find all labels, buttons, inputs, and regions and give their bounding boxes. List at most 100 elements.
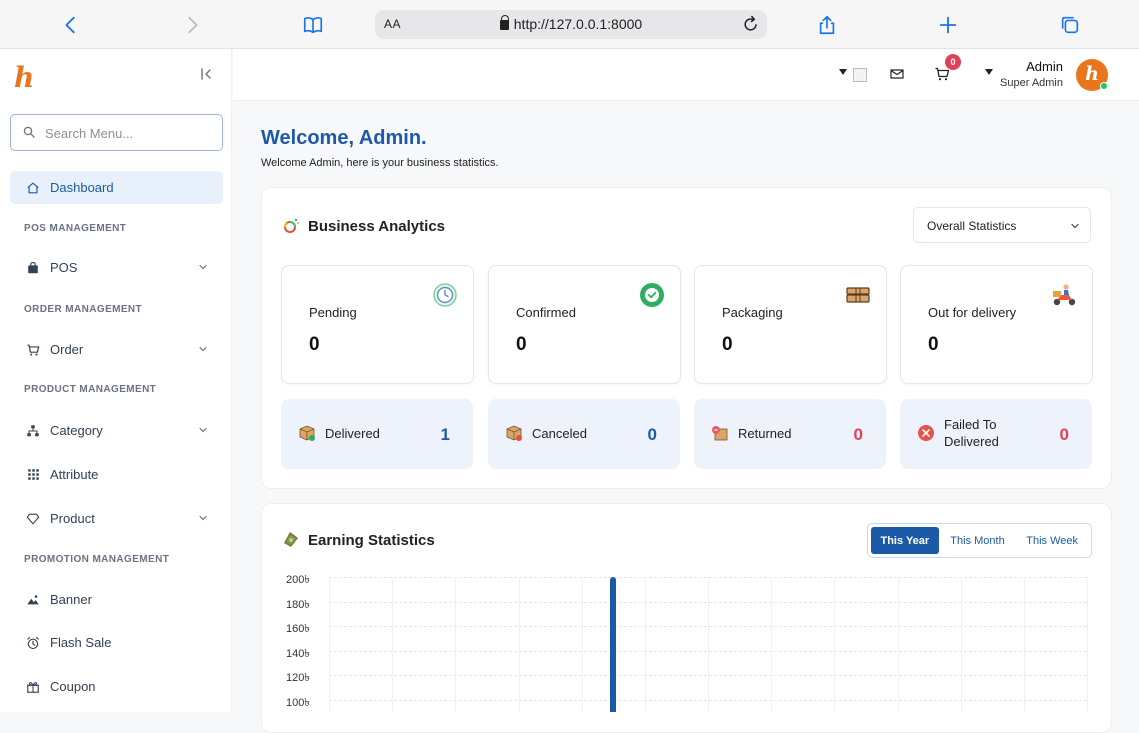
mini-stat-label: Delivered	[325, 426, 380, 441]
sidebar-item-flash-sale[interactable]: Flash Sale	[10, 626, 223, 659]
pending-clock-icon	[433, 283, 457, 307]
mini-stat-failed-to-delivered[interactable]: Failed To Delivered 0	[900, 399, 1092, 469]
packaging-box-icon	[846, 287, 870, 303]
confirmed-check-icon	[640, 283, 664, 307]
message-icon[interactable]	[889, 66, 905, 82]
new-tab-icon[interactable]	[935, 12, 961, 38]
bookmarks-icon[interactable]	[300, 12, 326, 38]
user-dropdown-caret[interactable]	[985, 69, 993, 75]
earning-money-icon	[284, 532, 298, 547]
sidebar-item-label: Category	[50, 423, 103, 438]
sidebar-item-order[interactable]: Order	[10, 333, 223, 366]
grid-dots-icon	[25, 467, 41, 483]
section-label-promotion: PROMOTION MANAGEMENT	[24, 554, 170, 565]
sidebar-item-category[interactable]: Category	[10, 414, 223, 447]
mini-stat-delivered[interactable]: Delivered 1	[281, 399, 473, 469]
mini-stat-value: 0	[853, 425, 863, 444]
stat-label: Confirmed	[516, 305, 576, 320]
diamond-icon	[25, 511, 41, 527]
grid-line-vertical	[644, 577, 646, 712]
sidebar-item-label: Coupon	[50, 679, 96, 694]
mini-stat-label-line1: Failed To	[944, 417, 997, 432]
sidebar-item-label: POS	[50, 260, 78, 275]
stat-value: 0	[722, 334, 733, 355]
y-tick-label: 200৳	[286, 574, 310, 586]
mini-stat-returned[interactable]: Returned 0	[694, 399, 886, 469]
stat-box-confirmed[interactable]: Confirmed 0	[488, 265, 681, 384]
top-header: 0 Admin Super Admin h	[233, 49, 1139, 101]
grid-line-vertical	[960, 577, 962, 712]
sidebar: h Dashboard POS MANAGEMENT POS ORDER MAN…	[0, 49, 232, 712]
grid-line-vertical	[455, 577, 457, 712]
language-dropdown-caret[interactable]	[839, 69, 847, 75]
sidebar-item-coupon[interactable]: Coupon	[10, 670, 223, 703]
address-bar[interactable]: AA http://127.0.0.1:8000	[375, 10, 767, 39]
tab-this-week[interactable]: This Week	[1016, 527, 1088, 554]
statistics-type-select[interactable]: Overall Statistics	[913, 207, 1091, 243]
brand-logo[interactable]: h	[14, 61, 34, 94]
grid-line-vertical	[518, 577, 520, 712]
grid-line-vertical	[1087, 577, 1088, 712]
collapse-sidebar-icon[interactable]	[199, 67, 213, 81]
sidebar-item-dashboard[interactable]: Dashboard	[10, 171, 223, 204]
tabs-overview-icon[interactable]	[1057, 12, 1083, 38]
earning-period-tabs: This Year This Month This Week	[867, 523, 1092, 558]
user-role: Super Admin	[1000, 77, 1063, 89]
search-menu-input[interactable]	[45, 123, 215, 143]
delivery-scooter-icon	[1053, 284, 1076, 306]
forward-icon[interactable]	[179, 12, 205, 38]
online-status-dot	[1100, 82, 1108, 90]
chevron-down-icon	[199, 515, 207, 521]
page-title: Welcome, Admin.	[261, 127, 427, 149]
back-icon[interactable]	[58, 12, 84, 38]
alarm-clock-icon	[25, 635, 41, 651]
cart-count-badge: 0	[945, 54, 961, 70]
shopping-bag-icon	[25, 260, 41, 276]
y-tick-label: 180৳	[286, 598, 310, 611]
chart-bar[interactable]	[610, 577, 617, 712]
tab-this-year[interactable]: This Year	[871, 527, 939, 554]
stat-box-pending[interactable]: Pending 0	[281, 265, 474, 384]
search-icon	[23, 126, 35, 138]
returned-box-icon	[712, 426, 728, 441]
canceled-box-icon	[506, 425, 522, 441]
share-icon[interactable]	[814, 12, 840, 38]
stat-box-out-for-delivery[interactable]: Out for delivery 0	[900, 265, 1093, 384]
y-tick-label: 160৳	[286, 623, 310, 636]
url-text: http://127.0.0.1:8000	[513, 16, 643, 32]
business-analytics-card: Business Analytics Overall Statistics Pe…	[261, 187, 1112, 489]
cart-icon	[25, 342, 41, 358]
browser-toolbar: AA http://127.0.0.1:8000	[0, 0, 1139, 49]
mini-stat-label: Returned	[738, 426, 792, 441]
y-tick-label: 140৳	[286, 647, 310, 660]
sidebar-item-pos[interactable]: POS	[10, 251, 223, 284]
mini-stat-value: 1	[440, 425, 450, 444]
stat-box-packaging[interactable]: Packaging 0	[694, 265, 887, 384]
sidebar-item-attribute[interactable]: Attribute	[10, 458, 223, 491]
section-label-product: PRODUCT MANAGEMENT	[24, 384, 157, 395]
y-tick-label: 120৳	[286, 672, 310, 685]
earning-statistics-title: Earning Statistics	[308, 532, 435, 549]
user-name[interactable]: Admin	[1026, 59, 1063, 74]
sidebar-item-banner[interactable]: Banner	[10, 583, 223, 616]
grid-line-vertical	[897, 577, 899, 712]
sidebar-item-label: Flash Sale	[50, 635, 112, 650]
page-subtitle: Welcome Admin, here is your business sta…	[261, 157, 499, 169]
failed-x-icon	[918, 425, 934, 441]
mini-stat-label-line2: Delivered	[944, 434, 999, 449]
delivered-box-icon	[299, 425, 315, 441]
grid-line-vertical	[1023, 577, 1025, 712]
sidebar-item-product[interactable]: Product	[10, 502, 223, 535]
reload-icon[interactable]	[741, 14, 761, 34]
grid-line-vertical	[329, 577, 330, 712]
sidebar-item-label: Product	[50, 511, 95, 526]
stat-label: Out for delivery	[928, 305, 1017, 320]
sidebar-item-label: Order	[50, 342, 84, 357]
lock-icon	[499, 15, 510, 30]
language-flag-image[interactable]	[853, 68, 867, 82]
grid-line-vertical	[392, 577, 394, 712]
tab-this-month[interactable]: This Month	[939, 527, 1017, 554]
mini-stat-canceled[interactable]: Canceled 0	[488, 399, 680, 469]
analytics-icon	[284, 218, 299, 233]
y-tick-label: 100৳	[286, 697, 310, 709]
